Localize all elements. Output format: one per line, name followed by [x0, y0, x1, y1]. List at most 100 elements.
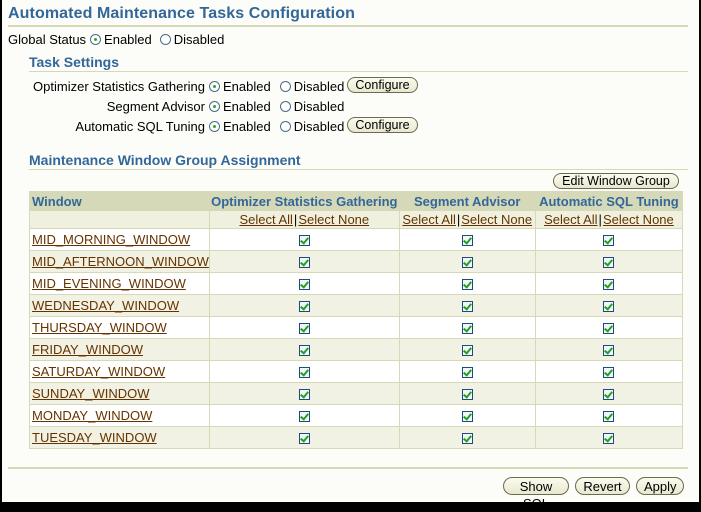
table-row: THURSDAY_WINDOW — [29, 316, 684, 339]
sql-tuning-disabled-label[interactable]: Disabled — [294, 119, 345, 134]
segment-advisor-disabled-label[interactable]: Disabled — [294, 99, 345, 114]
sql-tuning-checkbox[interactable] — [603, 411, 615, 423]
sql-tuning-checkbox[interactable] — [603, 345, 615, 357]
optimizer-checkbox[interactable] — [298, 389, 310, 401]
segment-advisor-enabled-label[interactable]: Enabled — [223, 99, 271, 114]
segment-advisor-checkbox[interactable] — [461, 433, 473, 445]
sql-tuning-disabled-radio[interactable] — [279, 120, 291, 132]
optimizer-checkbox[interactable] — [298, 301, 310, 313]
segment-advisor-select-all-link[interactable]: Select All — [402, 212, 455, 227]
segment-advisor-cell — [398, 382, 536, 405]
window-link[interactable]: FRIDAY_WINDOW — [32, 342, 143, 357]
sql-tuning-checkbox[interactable] — [603, 367, 615, 379]
sql-tuning-enabled-radio[interactable] — [209, 120, 220, 132]
task-settings-divider — [29, 71, 688, 72]
segment-advisor-checkbox[interactable] — [461, 411, 473, 423]
segment-advisor-cell — [398, 316, 536, 339]
segment-advisor-cell — [398, 228, 536, 251]
global-status-enabled-radio[interactable] — [90, 33, 102, 45]
window-link[interactable]: SUNDAY_WINDOW — [32, 386, 149, 401]
window-name-cell: WEDNESDAY_WINDOW — [29, 294, 210, 317]
optimizer-cell — [208, 404, 400, 427]
segment-advisor-checkbox[interactable] — [461, 279, 473, 291]
optimizer-cell — [208, 316, 400, 339]
apply-button[interactable]: Apply — [636, 477, 684, 495]
segment-advisor-checkbox[interactable] — [461, 345, 473, 357]
segment-advisor-checkbox[interactable] — [461, 257, 473, 269]
sql-tuning-select-all-link[interactable]: Select All — [544, 212, 597, 227]
revert-button[interactable]: Revert — [575, 477, 630, 495]
sql-tuning-checkbox[interactable] — [603, 301, 615, 313]
sql-tuning-checkbox[interactable] — [603, 279, 615, 291]
optimizer-checkbox[interactable] — [298, 345, 310, 357]
segment-advisor-select-none-link[interactable]: Select None — [461, 212, 532, 227]
optimizer-enabled-radio[interactable] — [209, 80, 220, 92]
window-link[interactable]: TUESDAY_WINDOW — [32, 430, 157, 445]
window-link[interactable]: MONDAY_WINDOW — [32, 408, 152, 423]
sql-tuning-checkbox[interactable] — [603, 323, 615, 335]
window-link[interactable]: WEDNESDAY_WINDOW — [32, 298, 179, 313]
sql-tuning-cell — [534, 294, 684, 317]
optimizer-checkbox[interactable] — [298, 323, 310, 335]
column-header-optimizer: Optimizer Statistics Gathering — [208, 191, 400, 211]
segment-advisor-checkbox[interactable] — [461, 323, 473, 335]
optimizer-cell — [208, 228, 400, 251]
title-divider — [8, 25, 688, 27]
optimizer-disabled-label[interactable]: Disabled — [294, 79, 345, 94]
segment-advisor-enabled-radio[interactable] — [209, 100, 220, 112]
segment-advisor-checkbox[interactable] — [461, 389, 473, 401]
table-row: FRIDAY_WINDOW — [29, 338, 684, 361]
optimizer-enabled-label[interactable]: Enabled — [223, 79, 271, 94]
optimizer-select-none-link[interactable]: Select None — [298, 212, 369, 227]
link-separator: | — [598, 212, 602, 227]
window-name-cell: THURSDAY_WINDOW — [29, 316, 210, 339]
sql-tuning-checkbox[interactable] — [603, 433, 615, 445]
window-link[interactable]: MID_AFTERNOON_WINDOW — [32, 254, 209, 269]
table-header-row: Window Optimizer Statistics Gathering Se… — [29, 191, 684, 211]
optimizer-checkbox[interactable] — [298, 433, 310, 445]
sql-tuning-checkbox[interactable] — [603, 235, 615, 247]
segment-advisor-checkbox[interactable] — [461, 367, 473, 379]
global-status-disabled-radio[interactable] — [159, 33, 171, 45]
segment-advisor-cell — [398, 250, 536, 273]
window-link[interactable]: MID_MORNING_WINDOW — [32, 232, 190, 247]
optimizer-checkbox[interactable] — [298, 279, 310, 291]
task-settings-title: Task Settings — [29, 54, 119, 70]
table-row: SUNDAY_WINDOW — [29, 382, 684, 405]
global-status-enabled-label[interactable]: Enabled — [104, 32, 152, 47]
table-row: MID_AFTERNOON_WINDOW — [29, 250, 684, 273]
optimizer-checkbox[interactable] — [298, 257, 310, 269]
segment-advisor-checkbox[interactable] — [461, 301, 473, 313]
window-name-cell: TUESDAY_WINDOW — [29, 426, 210, 449]
sql-tuning-configure-button[interactable]: Configure — [347, 117, 418, 133]
optimizer-cell — [208, 426, 400, 449]
optimizer-checkbox[interactable] — [298, 235, 310, 247]
segment-advisor-cell — [398, 404, 536, 427]
window-name-cell: MID_EVENING_WINDOW — [29, 272, 210, 295]
sql-tuning-checkbox[interactable] — [603, 389, 615, 401]
segment-advisor-checkbox[interactable] — [461, 235, 473, 247]
edit-window-group-button[interactable]: Edit Window Group — [553, 173, 679, 189]
optimizer-cell — [208, 272, 400, 295]
optimizer-configure-button[interactable]: Configure — [347, 77, 418, 93]
segment-advisor-cell — [398, 360, 536, 383]
window-link[interactable]: SATURDAY_WINDOW — [32, 364, 165, 379]
sql-tuning-cell — [534, 404, 684, 427]
table-row: SATURDAY_WINDOW — [29, 360, 684, 383]
optimizer-checkbox[interactable] — [298, 411, 310, 423]
optimizer-disabled-radio[interactable] — [279, 80, 291, 92]
sql-tuning-select-none-link[interactable]: Select None — [603, 212, 674, 227]
show-sql-button[interactable]: Show SQL — [503, 477, 569, 511]
window-group-title: Maintenance Window Group Assignment — [29, 152, 301, 168]
sql-tuning-checkbox[interactable] — [603, 257, 615, 269]
window-link[interactable]: THURSDAY_WINDOW — [32, 320, 167, 335]
window-name-cell: FRIDAY_WINDOW — [29, 338, 210, 361]
optimizer-select-all-link[interactable]: Select All — [239, 212, 292, 227]
optimizer-checkbox[interactable] — [298, 367, 310, 379]
window-link[interactable]: MID_EVENING_WINDOW — [32, 276, 186, 291]
optimizer-cell — [208, 250, 400, 273]
sql-tuning-enabled-label[interactable]: Enabled — [223, 119, 271, 134]
global-status-disabled-label[interactable]: Disabled — [174, 32, 225, 47]
segment-advisor-disabled-radio[interactable] — [279, 100, 291, 112]
task-label-optimizer: Optimizer Statistics Gathering — [33, 78, 205, 94]
